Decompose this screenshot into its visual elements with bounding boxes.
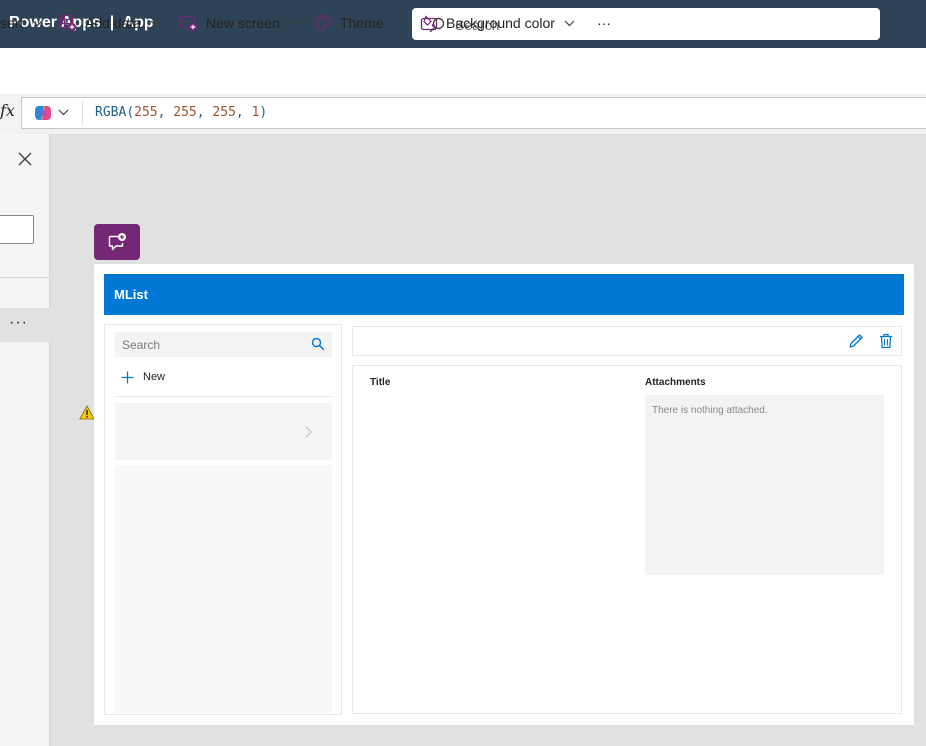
- formula-arg-a: 1: [251, 105, 260, 120]
- left-pane-divider: [0, 277, 50, 278]
- more-label: ···: [597, 15, 611, 31]
- gallery-empty-area: [115, 465, 332, 713]
- attachments-box[interactable]: There is nothing attached.: [645, 395, 884, 575]
- attachments-label: Attachments: [645, 377, 706, 388]
- browse-divider: [115, 396, 332, 397]
- palette-icon: [315, 15, 331, 31]
- chevron-down-icon[interactable]: [58, 109, 69, 116]
- background-color-button[interactable]: Background color: [420, 13, 575, 33]
- close-icon[interactable]: [17, 151, 33, 167]
- chevron-down-icon: [564, 20, 575, 26]
- edit-icon[interactable]: [848, 333, 864, 349]
- delete-icon[interactable]: [879, 333, 893, 349]
- theme-button[interactable]: Theme: [314, 13, 404, 33]
- chevron-down-icon: [289, 20, 300, 26]
- chevron-down-icon: [150, 20, 161, 26]
- insert-button[interactable]: sert: [0, 13, 43, 33]
- paint-bucket-icon: [420, 15, 438, 31]
- gallery-item[interactable]: [115, 403, 332, 460]
- background-color-label: Background color: [446, 15, 555, 31]
- fx-label: fx: [0, 101, 15, 120]
- add-data-button[interactable]: Add data: [59, 13, 161, 33]
- new-screen-icon: [179, 15, 197, 31]
- new-screen-button[interactable]: New screen: [179, 13, 300, 33]
- attachments-empty-text: There is nothing attached.: [652, 405, 768, 416]
- chevron-down-icon: [393, 20, 404, 26]
- formula-text[interactable]: RGBA(255, 255, 255, 1): [95, 105, 267, 120]
- detail-toolbar: [352, 326, 902, 356]
- app-title-bar: MList: [104, 274, 904, 315]
- new-item-label: New: [143, 371, 166, 383]
- formula-arg-b: 255: [212, 105, 236, 120]
- new-screen-label: New screen: [206, 15, 280, 31]
- gallery-search-placeholder: Search: [122, 338, 161, 352]
- new-item-button[interactable]: New: [121, 369, 165, 385]
- comments-button[interactable]: [94, 224, 140, 260]
- copilot-icon[interactable]: [33, 104, 53, 122]
- app-screen-title: MList: [114, 287, 148, 302]
- more-commands-button[interactable]: ···: [597, 13, 611, 33]
- theme-label: Theme: [340, 15, 384, 31]
- chevron-right-icon: [305, 426, 312, 438]
- formula-arg-g: 255: [173, 105, 197, 120]
- formula-arg-r: 255: [134, 105, 158, 120]
- comment-add-icon: [108, 233, 126, 251]
- add-data-label: Add data: [85, 15, 142, 31]
- formula-divider: [82, 101, 83, 125]
- chevron-down-icon: [32, 20, 43, 26]
- table-add-icon: [59, 14, 76, 31]
- formula-function: RGBA: [95, 105, 127, 120]
- gallery-search-input[interactable]: Search: [115, 332, 332, 357]
- left-pane-input[interactable]: [0, 215, 34, 244]
- title-field-label: Title: [370, 377, 391, 388]
- search-icon: [311, 337, 325, 351]
- command-bar: [0, 48, 926, 94]
- insert-label: sert: [0, 15, 24, 31]
- plus-icon: [121, 371, 134, 383]
- left-pane-more-button[interactable]: ···: [9, 314, 28, 332]
- warning-icon[interactable]: [79, 405, 95, 420]
